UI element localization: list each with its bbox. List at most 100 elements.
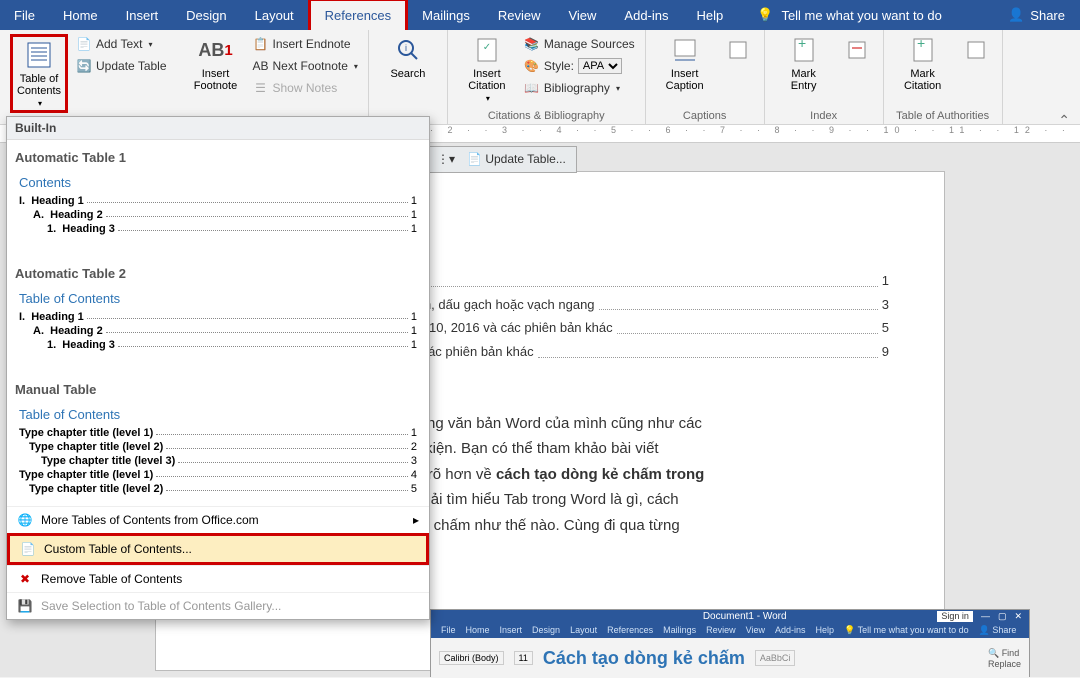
embedded-screenshot: Document1 - Word Sign in — ▢ ✕ FileHomeI…: [430, 609, 1030, 677]
next-footnote-icon: AB: [253, 58, 269, 74]
mini-font: Calibri (Body): [439, 651, 504, 665]
search-label: Search: [390, 68, 425, 80]
mini-doc-title: Document1 - Word: [703, 611, 787, 622]
chevron-down-icon: ▾: [486, 94, 490, 103]
tab-addins[interactable]: Add-ins: [610, 0, 682, 30]
manage-sources-button[interactable]: 📚 Manage Sources: [524, 34, 635, 54]
svg-text:i: i: [405, 43, 407, 53]
insert-caption-button[interactable]: Insert Caption: [656, 34, 714, 92]
bibliography-icon: 📖: [524, 80, 540, 96]
index-extra-icon[interactable]: [841, 34, 873, 66]
footnote-icon: AB1: [200, 34, 232, 66]
mini-maximize-icon: ▢: [998, 611, 1007, 622]
add-text-label: Add Text: [96, 37, 142, 51]
custom-toc-label: Custom Table of Contents...: [44, 542, 192, 556]
mark-entry-button[interactable]: + Mark Entry: [775, 34, 833, 92]
insert-footnote-label: Insert Footnote: [194, 68, 237, 92]
authorities-extra-icon[interactable]: [960, 34, 992, 66]
tab-view[interactable]: View: [554, 0, 610, 30]
more-toc-office[interactable]: 🌐 More Tables of Contents from Office.co…: [7, 506, 429, 533]
style-dropdown[interactable]: APA: [578, 58, 622, 74]
group-captions-label: Captions: [656, 110, 754, 122]
save-toc-selection: 💾 Save Selection to Table of Contents Ga…: [7, 592, 429, 619]
more-toc-label: More Tables of Contents from Office.com: [41, 513, 405, 527]
search-button[interactable]: i Search: [379, 34, 437, 80]
caption-extra-icon[interactable]: [722, 34, 754, 66]
show-notes-icon: ☰: [253, 80, 269, 96]
table-of-contents-button[interactable]: Table of Contents ▾: [10, 34, 68, 113]
mini-size: 11: [514, 651, 533, 665]
citation-style-select[interactable]: 🎨 Style: APA: [524, 56, 635, 76]
tab-help[interactable]: Help: [683, 0, 738, 30]
insert-caption-label: Insert Caption: [666, 68, 704, 92]
toc-icon: [23, 39, 55, 71]
tab-design[interactable]: Design: [172, 0, 240, 30]
mark-citation-label: Mark Citation: [904, 68, 941, 92]
endnote-icon: 📋: [253, 36, 269, 52]
update-table-link[interactable]: 📄 Update Table...: [467, 150, 566, 169]
tell-me-label: Tell me what you want to do: [781, 8, 941, 23]
add-text-button[interactable]: 📄 Add Text ▾: [76, 34, 167, 54]
update-table-button[interactable]: 🔄 Update Table: [76, 56, 167, 76]
toc-dropdown: Built-In Automatic Table 1 Contents I. H…: [6, 116, 430, 620]
mini-caption-text: Cách tạo dòng kẻ chấm: [543, 648, 745, 669]
chevron-down-icon: ▾: [38, 99, 42, 108]
gallery-auto1[interactable]: Automatic Table 1: [7, 140, 429, 171]
mini-signin: Sign in: [937, 611, 973, 622]
manual-title: Table of Contents: [7, 403, 429, 426]
manage-sources-label: Manage Sources: [544, 37, 635, 51]
remove-toc-option[interactable]: ✖ Remove Table of Contents: [7, 565, 429, 592]
mark-entry-label: Mark Entry: [791, 68, 817, 92]
mark-citation-icon: +: [907, 34, 939, 66]
tab-references[interactable]: References: [308, 0, 408, 30]
toc-options-handle[interactable]: ⋮▾: [437, 150, 455, 169]
svg-text:+: +: [798, 36, 806, 51]
insert-citation-button[interactable]: ✓ Insert Citation ▾: [458, 34, 516, 103]
group-citations-label: Citations & Bibliography: [458, 110, 635, 122]
remove-toc-label: Remove Table of Contents: [41, 572, 182, 586]
update-icon: 🔄: [76, 58, 92, 74]
auto2-title: Table of Contents: [7, 287, 429, 310]
style-label: Style:: [544, 59, 574, 73]
ribbon-tabs: File Home Insert Design Layout Reference…: [0, 0, 1080, 30]
tab-mailings[interactable]: Mailings: [408, 0, 484, 30]
custom-toc-icon: 📄: [20, 541, 36, 557]
insert-citation-label: Insert Citation: [468, 68, 505, 92]
tab-home[interactable]: Home: [49, 0, 112, 30]
bibliography-button[interactable]: 📖 Bibliography ▾: [524, 78, 635, 98]
mark-citation-button[interactable]: + Mark Citation: [894, 34, 952, 92]
tab-file[interactable]: File: [0, 0, 49, 30]
tell-me-search[interactable]: 💡 Tell me what you want to do: [737, 0, 1008, 30]
custom-toc-option[interactable]: 📄 Custom Table of Contents...: [7, 533, 429, 565]
next-footnote-button[interactable]: AB Next Footnote ▾: [253, 56, 358, 76]
insert-endnote-button[interactable]: 📋 Insert Endnote: [253, 34, 358, 54]
save-icon: 💾: [17, 598, 33, 614]
person-icon: 👤: [1008, 7, 1024, 23]
svg-text:✓: ✓: [483, 42, 491, 53]
svg-text:+: +: [917, 36, 925, 51]
toc-toolbar: ⋮▾ 📄 Update Table...: [426, 146, 577, 173]
insert-footnote-button[interactable]: AB1 Insert Footnote: [187, 34, 245, 92]
add-text-icon: 📄: [76, 36, 92, 52]
show-notes-label: Show Notes: [273, 81, 338, 95]
style-icon: 🎨: [524, 58, 540, 74]
tab-layout[interactable]: Layout: [241, 0, 308, 30]
mini-minimize-icon: —: [981, 611, 990, 622]
gallery-manual[interactable]: Manual Table: [7, 372, 429, 403]
caption-icon: [669, 34, 701, 66]
save-toc-label: Save Selection to Table of Contents Gall…: [41, 599, 281, 613]
tab-insert[interactable]: Insert: [112, 0, 173, 30]
ribbon-content: Table of Contents ▾ 📄 Add Text ▾ 🔄 Updat…: [0, 30, 1080, 125]
gallery-auto2[interactable]: Automatic Table 2: [7, 256, 429, 287]
chevron-down-icon: ▾: [616, 84, 620, 93]
share-button[interactable]: 👤 Share: [1008, 0, 1080, 30]
dropdown-builtin-header: Built-In: [7, 117, 429, 140]
toc-label: Table of Contents: [17, 73, 61, 97]
show-notes-button: ☰ Show Notes: [253, 78, 358, 98]
next-footnote-label: Next Footnote: [273, 59, 348, 73]
group-authorities-label: Table of Authorities: [894, 110, 992, 122]
tab-review[interactable]: Review: [484, 0, 555, 30]
collapse-ribbon-icon[interactable]: ⌃: [1058, 112, 1070, 129]
chevron-down-icon: ▾: [148, 40, 152, 49]
chevron-down-icon: ▾: [354, 62, 358, 71]
